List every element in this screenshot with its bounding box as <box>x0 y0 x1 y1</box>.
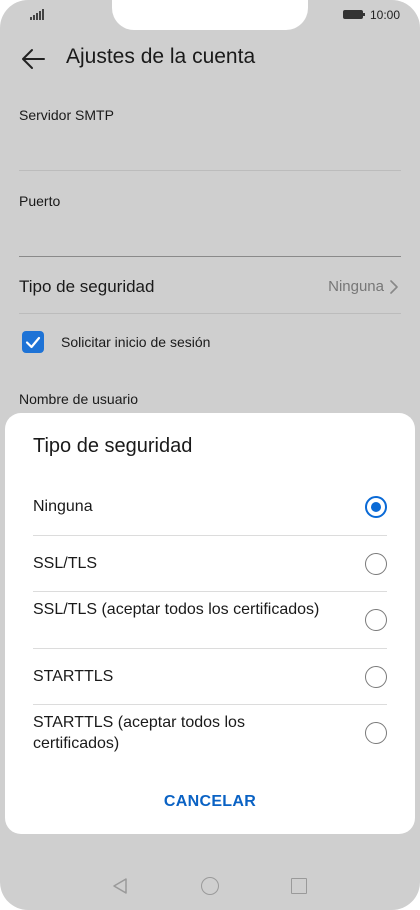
status-time: 10:00 <box>370 8 401 22</box>
divider <box>19 313 401 314</box>
radio-icon[interactable] <box>365 666 387 688</box>
option-label: STARTTLS <box>33 668 114 685</box>
security-type-label: Tipo de seguridad <box>19 277 155 296</box>
divider <box>33 704 387 705</box>
nav-home-icon[interactable] <box>201 877 219 895</box>
username-label: Nombre de usuario <box>19 391 139 407</box>
option-ssl-tls-accept-all[interactable]: SSL/TLS (aceptar todos los certificados) <box>33 599 387 643</box>
option-label: Ninguna <box>33 498 93 515</box>
page-title: Ajustes de la cuenta <box>66 45 256 68</box>
radio-selected-icon[interactable] <box>365 496 387 518</box>
divider <box>33 648 387 649</box>
require-login-checkbox[interactable] <box>22 331 44 353</box>
dialog-title: Tipo de seguridad <box>33 435 193 457</box>
divider <box>19 170 401 171</box>
cancel-button[interactable]: CANCELAR <box>5 793 415 811</box>
checkmark-icon <box>25 336 41 349</box>
nav-recent-apps-icon[interactable] <box>291 878 307 894</box>
back-arrow-icon[interactable] <box>20 46 46 72</box>
status-bar: 10:00 <box>0 0 420 34</box>
option-label: SSL/TLS <box>33 555 98 572</box>
radio-icon[interactable] <box>365 553 387 575</box>
camera-notch <box>112 0 308 30</box>
require-login-label: Solicitar inicio de sesión <box>61 334 211 350</box>
battery-icon <box>343 10 365 19</box>
nav-back-icon[interactable] <box>111 877 129 895</box>
divider <box>33 591 387 592</box>
divider <box>33 535 387 536</box>
smtp-server-label: Servidor SMTP <box>19 107 114 123</box>
option-starttls-accept-all[interactable]: STARTTLS (aceptar todos los certificados… <box>33 712 387 756</box>
app-header: Ajustes de la cuenta <box>0 34 420 84</box>
option-ninguna[interactable]: Ninguna <box>33 492 387 522</box>
option-label: STARTTLS (aceptar todos los certificados… <box>33 714 245 752</box>
option-label: SSL/TLS (aceptar todos los certificados) <box>33 601 320 618</box>
radio-icon[interactable] <box>365 609 387 631</box>
port-label: Puerto <box>19 193 61 209</box>
divider <box>19 256 401 257</box>
phone-screen: 10:00 Ajustes de la cuenta Servidor SMTP… <box>0 0 420 910</box>
security-type-value: Ninguna <box>328 278 384 295</box>
option-ssl-tls[interactable]: SSL/TLS <box>33 549 387 579</box>
option-starttls[interactable]: STARTTLS <box>33 662 387 692</box>
security-type-dialog: Tipo de seguridad Ninguna SSL/TLS SSL/TL… <box>5 413 415 834</box>
chevron-right-icon <box>390 280 398 294</box>
signal-icon <box>30 9 44 20</box>
radio-icon[interactable] <box>365 722 387 744</box>
